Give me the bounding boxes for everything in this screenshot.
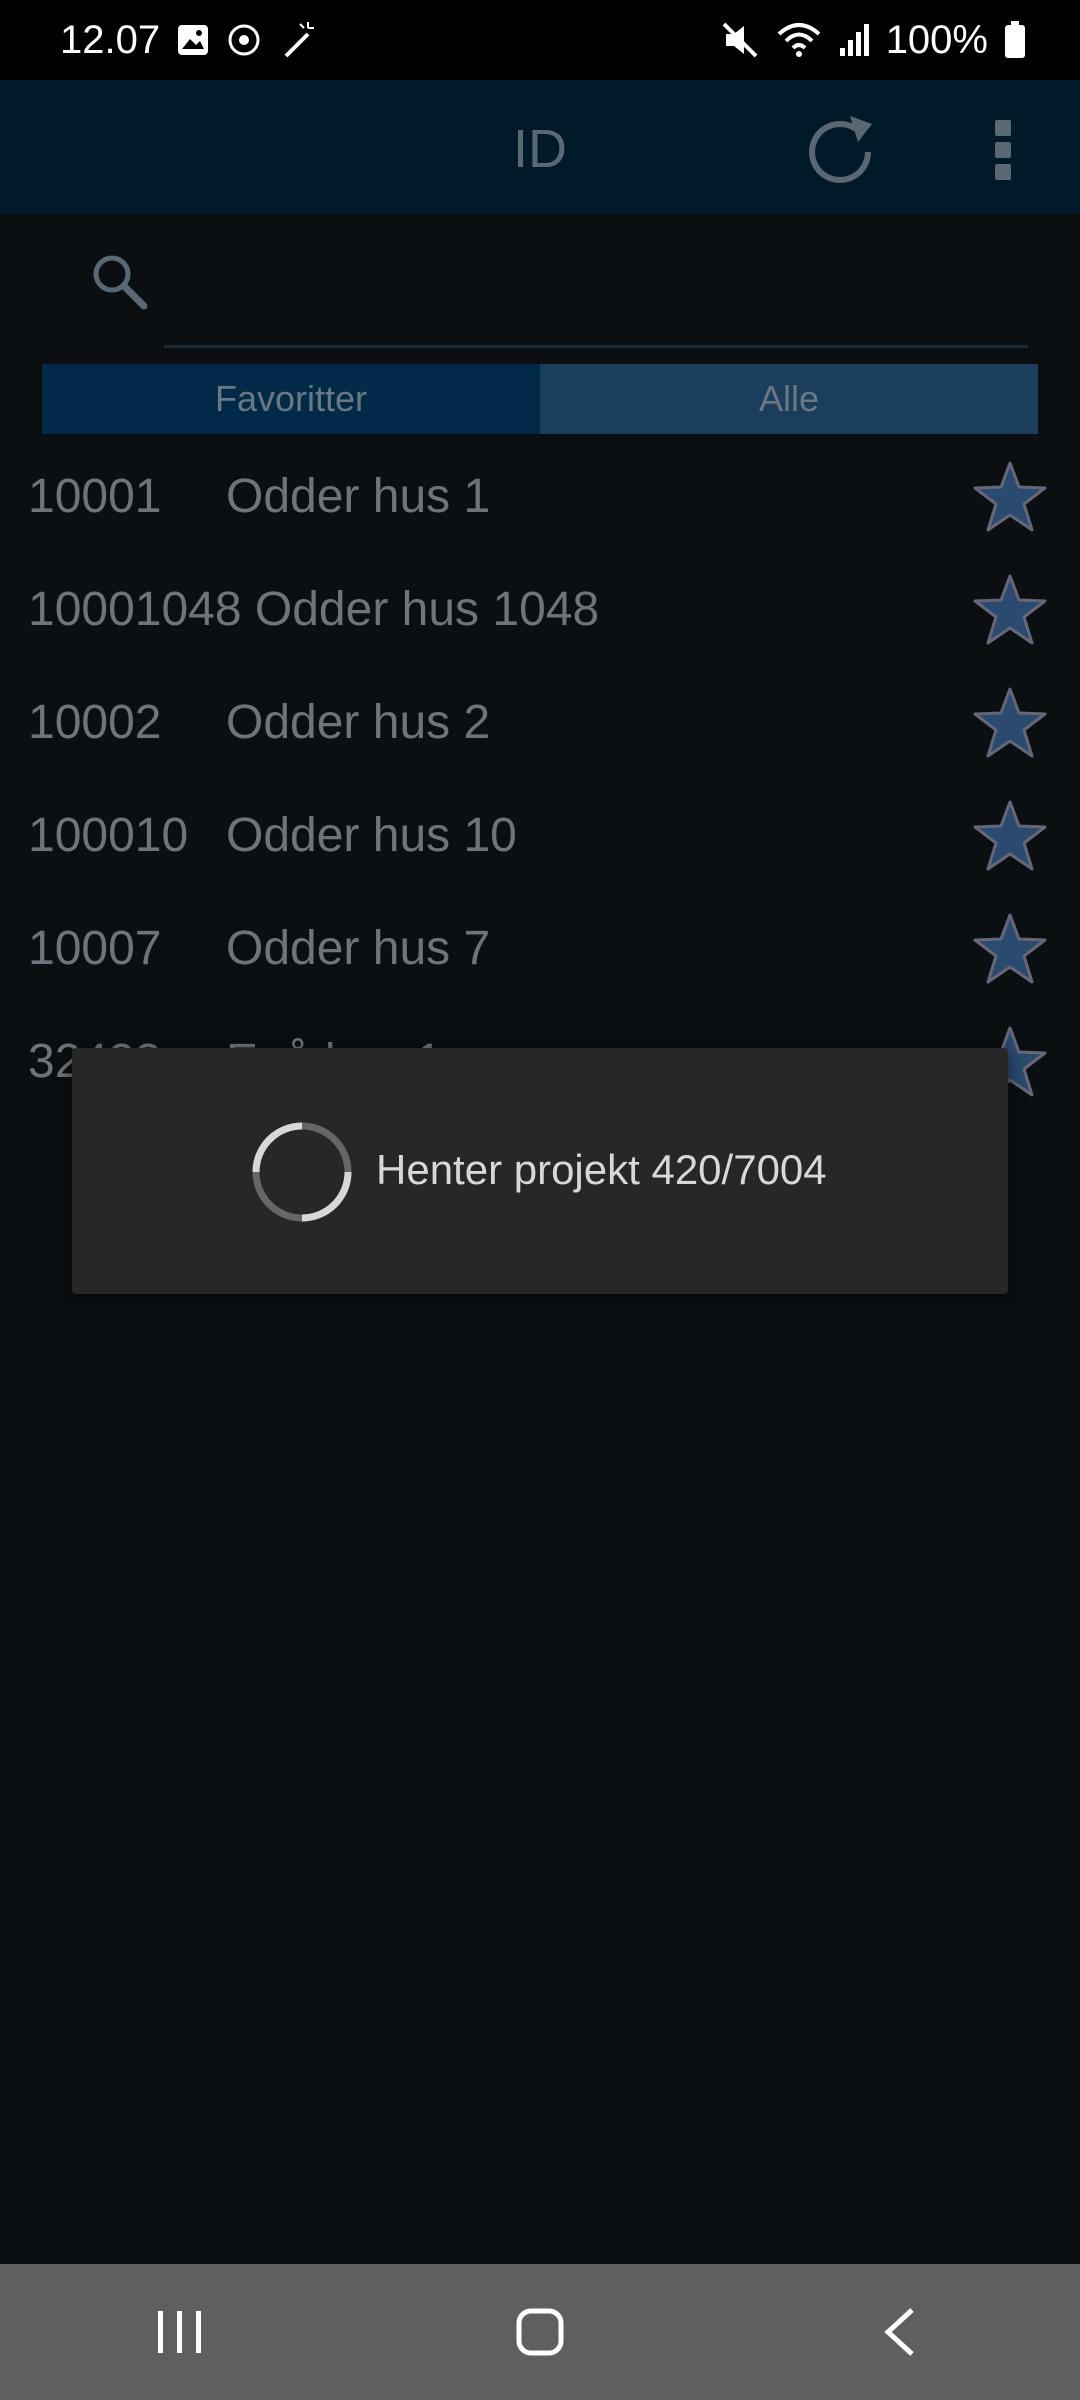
app-title: ID [513,119,567,179]
loading-spinner-icon [252,1122,352,1222]
list-item[interactable]: 10001 Odder hus 1 [0,440,1080,553]
home-icon [516,2308,564,2356]
loading-message: Henter projekt 420/7004 [376,1146,827,1193]
system-nav-bar [0,2264,1080,2400]
status-right: 100% [720,18,1026,63]
item-id: 10001 [28,470,162,523]
magic-wand-icon [284,22,315,58]
item-id-name: 10001048 Odder hus 1048 [28,583,600,636]
battery-icon [1005,21,1025,58]
tab-alle[interactable]: Alle [540,364,1038,434]
refresh-icon [809,116,872,183]
tab-favoritter[interactable]: Favoritter [42,364,540,434]
search-input[interactable] [164,258,1028,348]
list-item[interactable]: 10007 Odder hus 7 [0,892,1080,1005]
recent-apps-button[interactable] [120,2282,240,2382]
refresh-button[interactable] [798,110,882,194]
status-time: 12.07 [60,17,161,62]
battery-percent: 100% [885,17,988,62]
more-vert-dot [995,142,1011,158]
status-bar: 12.07 100% [0,0,1080,80]
item-name: Odder hus 7 [226,922,491,975]
list-item[interactable]: 10002 Odder hus 2 [0,666,1080,779]
wifi-icon [777,23,821,57]
mute-icon [722,22,758,58]
status-left: 12.07 [60,18,318,63]
app-bar: ID [0,80,1080,214]
screen: 12.07 100% ID Favoritter Alle 10001 Odde… [0,0,1080,2400]
star-icon[interactable] [970,796,1050,876]
item-id: 10007 [28,922,162,975]
list-item[interactable]: 100010 Odder hus 10 [0,779,1080,892]
item-name: Odder hus 2 [226,696,491,749]
tab-bar: Favoritter Alle [42,364,1038,434]
signal-icon [839,24,869,56]
item-id: 10002 [28,696,162,749]
more-vert-icon [995,120,1011,136]
screen-recorder-icon [228,24,260,56]
loading-dialog: Henter projekt 420/7004 [72,1048,1008,1294]
more-vert-dot [995,164,1011,180]
recent-apps-icon [158,2311,201,2353]
back-icon [884,2308,914,2356]
star-icon[interactable] [970,570,1050,650]
star-icon[interactable] [970,909,1050,989]
list-item[interactable]: 10001048 Odder hus 1048 [0,553,1080,666]
star-icon[interactable] [970,683,1050,763]
item-id: 100010 [28,809,189,862]
item-name: Odder hus 1 [226,470,491,523]
item-name: Odder hus 10 [226,809,517,862]
search-icon [93,255,148,310]
more-options-button[interactable] [976,114,1030,186]
star-icon[interactable] [970,457,1050,537]
home-button[interactable] [480,2282,600,2382]
gallery-icon [178,25,209,55]
back-button[interactable] [840,2282,960,2382]
project-list: 10001 Odder hus 1 10001048 Odder hus 104… [0,440,1080,1118]
